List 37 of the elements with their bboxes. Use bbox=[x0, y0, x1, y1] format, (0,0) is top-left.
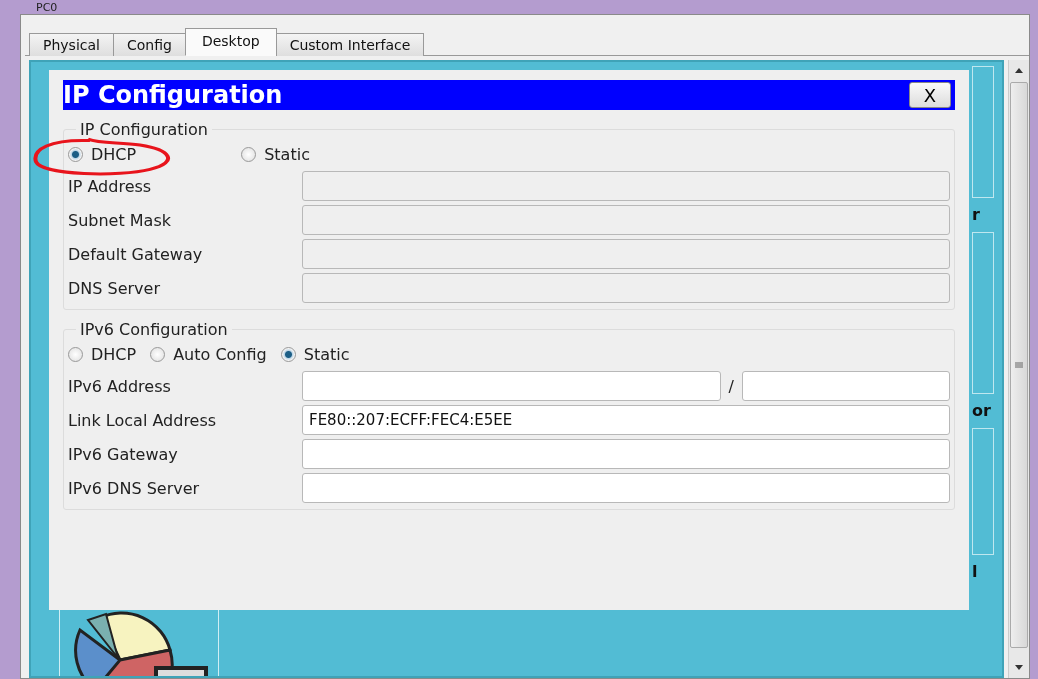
input-field[interactable]: FE80::207:ECFF:FEC4:E5EE bbox=[302, 405, 950, 435]
input-field[interactable] bbox=[302, 473, 950, 503]
group-title: IP Configuration bbox=[79, 120, 209, 139]
field-label: IPv6 DNS Server bbox=[68, 478, 201, 498]
up-arrow-icon[interactable] bbox=[1014, 66, 1024, 74]
input-field[interactable] bbox=[302, 439, 950, 469]
field-label: DNS Server bbox=[68, 278, 161, 298]
radio-option[interactable]: DHCP bbox=[68, 344, 137, 364]
scrollbar[interactable] bbox=[1008, 60, 1029, 678]
group-title: IPv6 Configuration bbox=[79, 320, 229, 339]
app-tile[interactable] bbox=[59, 610, 219, 676]
radio-option[interactable]: DHCP bbox=[68, 144, 137, 164]
tab[interactable]: Desktop bbox=[184, 28, 277, 56]
window-title: PC0 bbox=[36, 2, 58, 14]
tab[interactable]: Custom Interface bbox=[275, 33, 425, 56]
close-button[interactable]: X bbox=[909, 82, 951, 108]
prefix-field[interactable] bbox=[742, 371, 950, 401]
field-label: Subnet Mask bbox=[68, 210, 172, 230]
field-label: IP Address bbox=[68, 176, 153, 196]
field-label: IPv6 Gateway bbox=[68, 444, 179, 464]
radio-option[interactable]: Static bbox=[241, 144, 310, 164]
app-label: or bbox=[972, 402, 992, 420]
tab[interactable]: Physical bbox=[29, 33, 114, 56]
app-label: r bbox=[972, 206, 981, 224]
field-label: Default Gateway bbox=[68, 244, 204, 264]
dialog-title: IP Configuration bbox=[63, 81, 283, 109]
down-arrow-icon[interactable] bbox=[1014, 664, 1024, 672]
slash-separator: / bbox=[727, 376, 735, 396]
app-label: l bbox=[972, 563, 979, 581]
radio-option[interactable]: Auto Config bbox=[150, 344, 267, 364]
input-field[interactable] bbox=[302, 371, 721, 401]
scroll-thumb[interactable] bbox=[1010, 82, 1028, 648]
field-label: Link Local Address bbox=[68, 410, 218, 430]
field-label: IPv6 Address bbox=[68, 376, 172, 396]
radio-option[interactable]: Static bbox=[280, 344, 350, 364]
grip-icon bbox=[1015, 361, 1023, 369]
tab[interactable]: Config bbox=[112, 33, 186, 56]
